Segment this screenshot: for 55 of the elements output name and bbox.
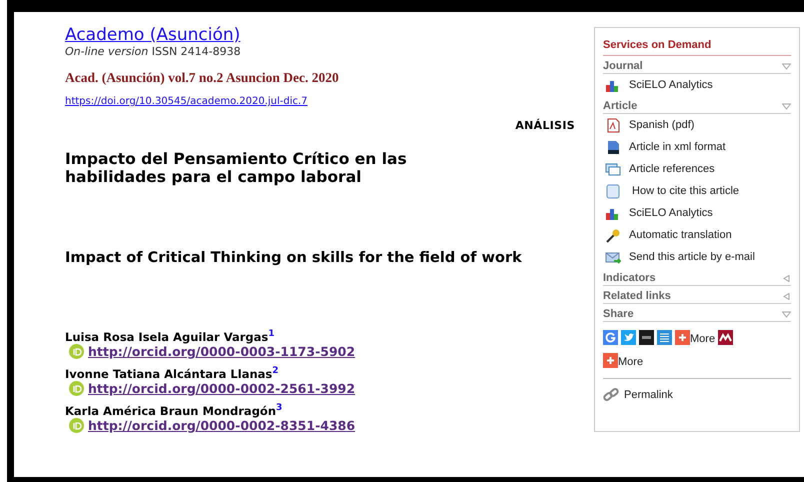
service-link[interactable]: Automatic translation [629,229,732,241]
caret-down-icon[interactable] [782,310,791,318]
orcid-link[interactable]: http://orcid.org/0000-0002-2561-3992 [88,381,356,396]
author-name: Ivonne Tatiana Alcántara Llanas$^{2}$ [65,367,279,381]
key-icon [605,228,621,242]
mendeley-icon[interactable] [718,330,734,345]
caret-down-icon[interactable] [782,102,791,110]
section-header[interactable]: Article [603,100,638,112]
caret-left-icon[interactable] [782,292,791,300]
bird-icon[interactable] [621,330,636,345]
section-header[interactable]: Share [603,308,634,320]
service-link[interactable]: Spanish (pdf) [629,119,694,131]
google-icon[interactable] [603,330,618,345]
page-icon [605,184,621,198]
service-link[interactable]: SciELO Analytics [629,79,713,91]
article-title: Impacto del Pensamiento Crítico en las habilidades para el campo laboral [65,150,408,186]
envelope-icon [605,250,621,264]
plus-icon [675,330,690,345]
author-name: Luisa Rosa Isela Aguilar Vargas$^{1}$ [65,330,275,344]
service-link[interactable]: SciELO Analytics [629,207,713,219]
section-header[interactable]: Journal [603,60,643,72]
orcid-link[interactable]: http://orcid.org/0000-0002-8351-4386 [88,418,356,433]
digg-icon[interactable] [639,330,654,345]
journal-title-link[interactable]: Academo (Asunción) [65,25,240,45]
share-more-link[interactable]: More [675,330,716,345]
doi-link[interactable]: https://doi.org/10.30545/academo.2020.jul-dic.7 [65,96,308,107]
caret-left-icon[interactable] [782,274,791,282]
orcid-link[interactable]: http://orcid.org/0000-0003-1173-5902 [88,344,356,359]
footnote-link[interactable]: 3 [276,403,282,414]
list-icon[interactable] [657,330,672,345]
link-icon [603,387,619,402]
footnote-link[interactable]: 1 [268,329,275,340]
orcid-icon [69,381,84,396]
orcid-icon [69,344,84,359]
windows-icon [605,162,621,176]
section-header[interactable]: Related links [603,290,671,302]
author-name: Karla América Braun Mondragón$^{3}$ [65,404,282,418]
footnote-link[interactable]: 2 [272,366,279,376]
citation-text: Acad. (Asunción) vol.7 no.2 Asuncion Dec. 2020 [65,70,339,86]
permalink-link[interactable]: Permalink [624,388,673,400]
orcid-icon [69,418,84,433]
pdf-icon [605,118,621,132]
service-link[interactable]: How to cite this article [629,185,740,197]
share-more-link[interactable]: More [603,353,644,368]
section-header[interactable]: Indicators [603,272,656,284]
article-title-english: Impact of Critical Thinking on skills for the field of work [65,250,523,267]
caret-down-icon[interactable] [782,62,791,70]
issn-text: On-line version ISSN 2414-8938 [65,45,241,58]
service-link[interactable]: Article references [629,163,715,175]
document-icon [605,140,621,154]
service-link[interactable]: Send this article by e-mail [629,251,755,263]
service-link[interactable]: Article in xml format [629,141,726,153]
plus-icon [603,353,618,368]
panel-title: Services on Demand [603,36,791,56]
section-label: ANÁLISIS [515,119,575,132]
